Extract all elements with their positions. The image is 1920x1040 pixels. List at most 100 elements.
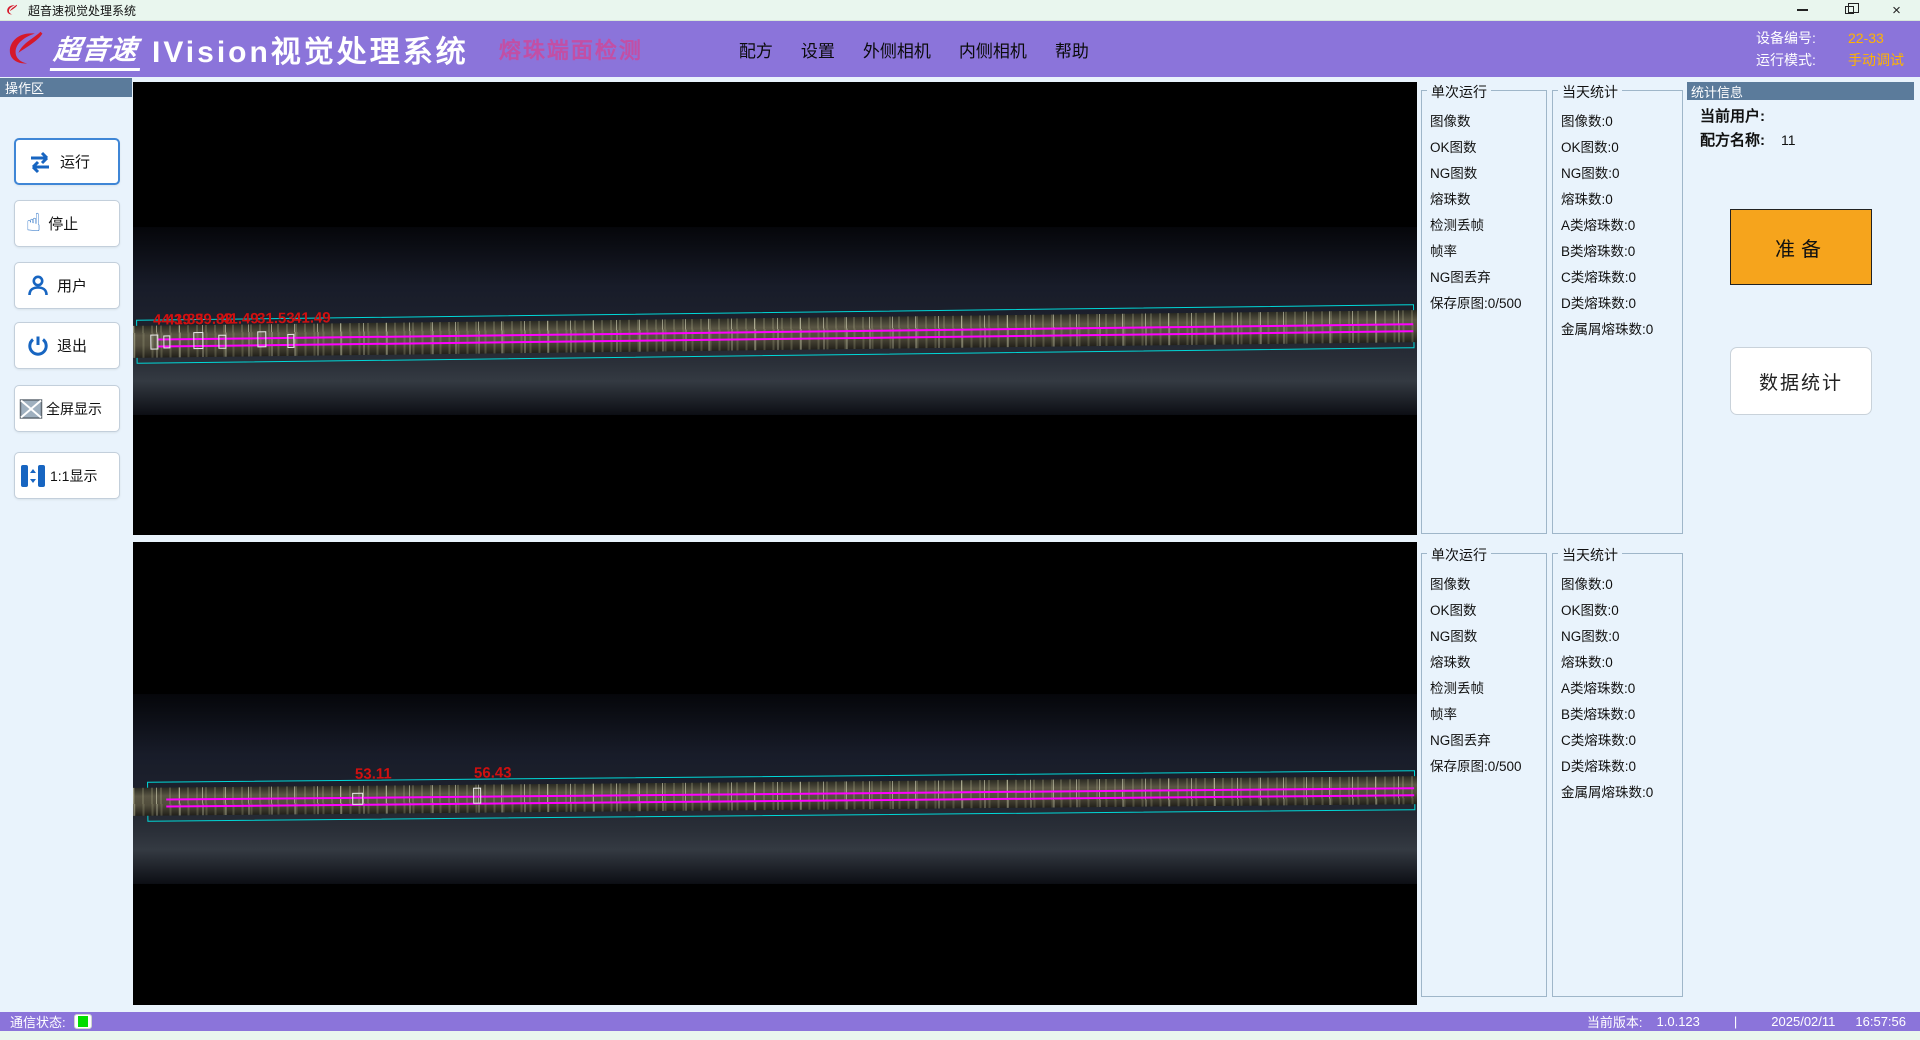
separator: | [1734, 1014, 1737, 1029]
comm-status-indicator [74, 1014, 92, 1029]
ready-button[interactable]: 准备 [1730, 209, 1872, 285]
app-header: 超音速 IVision视觉处理系统 熔珠端面检测 配方设置外侧相机内侧相机帮助 … [0, 21, 1920, 77]
menu-bar: 配方 设置 外侧相机 内侧相机 帮助 [739, 37, 1089, 62]
run-mode-label: 运行模式: [1756, 49, 1834, 71]
fullscreen-button-label: 全屏显示 [46, 399, 102, 419]
device-number-label: 设备编号: [1756, 27, 1834, 49]
stat-row: NG图丢弃 [1430, 726, 1544, 752]
stat-row: 检测丢帧 [1430, 211, 1544, 237]
stat-row: A类熔珠数:0 [1561, 211, 1680, 237]
stat-row: A类熔珠数:0 [1561, 674, 1680, 700]
comm-green-dot [78, 1016, 88, 1027]
run-button-label: 运行 [60, 151, 90, 172]
menu-item[interactable]: 配方 [739, 37, 773, 62]
current-time: 16:57:56 [1855, 1014, 1906, 1029]
stat-row: 熔珠数:0 [1561, 185, 1680, 211]
recipe-name-label: 配方名称: [1700, 129, 1765, 150]
menu-item[interactable]: 外侧相机 [863, 37, 931, 62]
detection-box [287, 334, 294, 348]
app-subtitle: 熔珠端面检测 [499, 33, 643, 65]
version-info: 当前版本: 1.0.123 | 2025/02/11 16:57:56 [1587, 1012, 1906, 1031]
minimize-icon [1797, 9, 1808, 11]
window-controls: × [1779, 0, 1920, 20]
stat-row: NG图丢弃 [1430, 263, 1544, 289]
window-frame-bottom [0, 1031, 1920, 1040]
stop-button-label: 停止 [48, 213, 78, 234]
minimize-button[interactable] [1779, 0, 1826, 20]
groupbox-title: 单次运行 [1427, 82, 1491, 102]
detection-box [163, 335, 170, 348]
current-user-label: 当前用户: [1700, 105, 1765, 126]
one-to-one-icon [19, 463, 47, 489]
stat-row: D类熔珠数:0 [1561, 289, 1680, 315]
daily-stats-top: 当天统计 图像数:0OK图数:0NG图数:0熔珠数:0A类熔珠数:0B类熔珠数:… [1552, 90, 1683, 534]
recipe-name-row: 配方名称: 11 [1700, 129, 1796, 150]
app-title: IVision视觉处理系统 [152, 27, 469, 71]
stat-row: 帧率 [1430, 237, 1544, 263]
status-bar: 通信状态: 当前版本: 1.0.123 | 2025/02/11 16:57:5… [0, 1012, 1920, 1031]
stat-row: NG图数:0 [1561, 622, 1680, 648]
power-icon [26, 334, 50, 358]
device-number-value: 22-33 [1848, 27, 1884, 49]
fullscreen-icon [19, 398, 43, 420]
version-label: 当前版本: [1587, 1012, 1643, 1031]
stat-row: C类熔珠数:0 [1561, 263, 1680, 289]
user-icon [26, 274, 50, 298]
data-statistics-button[interactable]: 数据统计 [1730, 347, 1872, 415]
stat-row: 金属屑熔珠数:0 [1561, 778, 1680, 804]
stats-info-title: 统计信息 [1687, 82, 1914, 100]
detection-box [257, 331, 266, 347]
detection-box [218, 335, 226, 349]
one-to-one-button[interactable]: 1:1显示 [14, 452, 120, 499]
stat-row: OK图数:0 [1561, 133, 1680, 159]
stat-row: NG图数 [1430, 622, 1544, 648]
stat-row: B类熔珠数:0 [1561, 700, 1680, 726]
current-date: 2025/02/11 [1771, 1014, 1835, 1029]
maximize-button[interactable] [1826, 0, 1873, 20]
menu-item[interactable]: 内侧相机 [959, 37, 1027, 62]
stat-row: D类熔珠数:0 [1561, 752, 1680, 778]
stat-row: 熔珠数 [1430, 648, 1544, 674]
device-info: 设备编号: 22-33 运行模式: 手动调试 [1756, 27, 1904, 72]
stat-row: 保存原图:0/500 [1430, 289, 1544, 315]
stat-row: 图像数:0 [1561, 570, 1680, 596]
hand-icon: ☝ [26, 211, 41, 236]
menu-item[interactable]: 设置 [801, 37, 835, 62]
detection-box [193, 332, 203, 349]
stat-row: OK图数 [1430, 133, 1544, 159]
user-button[interactable]: 用户 [14, 262, 120, 309]
menu-item[interactable]: 帮助 [1055, 37, 1089, 62]
app-window: 超音速视觉处理系统 × 超音速 IVision视觉处理系统 熔珠端面检测 配方设… [0, 0, 1920, 1040]
detection-overlay: 44.3941.8539.8341.4931.5341.49 [133, 82, 1417, 535]
brand-swoosh-icon [6, 28, 52, 70]
measurement-value: 31.53 [257, 310, 295, 327]
stat-row: C类熔珠数:0 [1561, 726, 1680, 752]
run-mode-value: 手动调试 [1848, 49, 1904, 71]
exit-button-label: 退出 [57, 335, 87, 356]
run-button[interactable]: 运行 [14, 138, 120, 185]
comm-status-label: 通信状态: [10, 1012, 66, 1031]
stat-row: 保存原图:0/500 [1430, 752, 1544, 778]
stat-row: OK图数:0 [1561, 596, 1680, 622]
version-value: 1.0.123 [1657, 1014, 1700, 1029]
measurement-value: 53.11 [355, 765, 392, 782]
fullscreen-button[interactable]: 全屏显示 [14, 385, 120, 432]
exit-button[interactable]: 退出 [14, 322, 120, 369]
operation-area-title: 操作区 [0, 78, 132, 97]
stat-row: 金属屑熔珠数:0 [1561, 315, 1680, 341]
single-run-stats-top: 单次运行 图像数OK图数NG图数熔珠数检测丢帧帧率NG图丢弃保存原图:0/500 [1421, 90, 1547, 534]
detection-box [352, 793, 363, 805]
maximize-icon [1845, 6, 1854, 14]
stat-row: 帧率 [1430, 700, 1544, 726]
stat-row: 熔珠数:0 [1561, 648, 1680, 674]
stop-button[interactable]: ☝ 停止 [14, 200, 120, 247]
outer-camera-view: 44.3941.8539.8341.4931.5341.49 [133, 82, 1417, 535]
measurement-value: 41.49 [221, 310, 259, 327]
recipe-name-value: 11 [1781, 132, 1796, 148]
run-sync-icon [27, 150, 53, 174]
title-bar: 超音速视觉处理系统 × [0, 0, 1920, 21]
window-title: 超音速视觉处理系统 [28, 2, 136, 19]
stat-row: 图像数:0 [1561, 107, 1680, 133]
measurement-value: 56.43 [474, 764, 512, 781]
close-button[interactable]: × [1873, 0, 1920, 20]
